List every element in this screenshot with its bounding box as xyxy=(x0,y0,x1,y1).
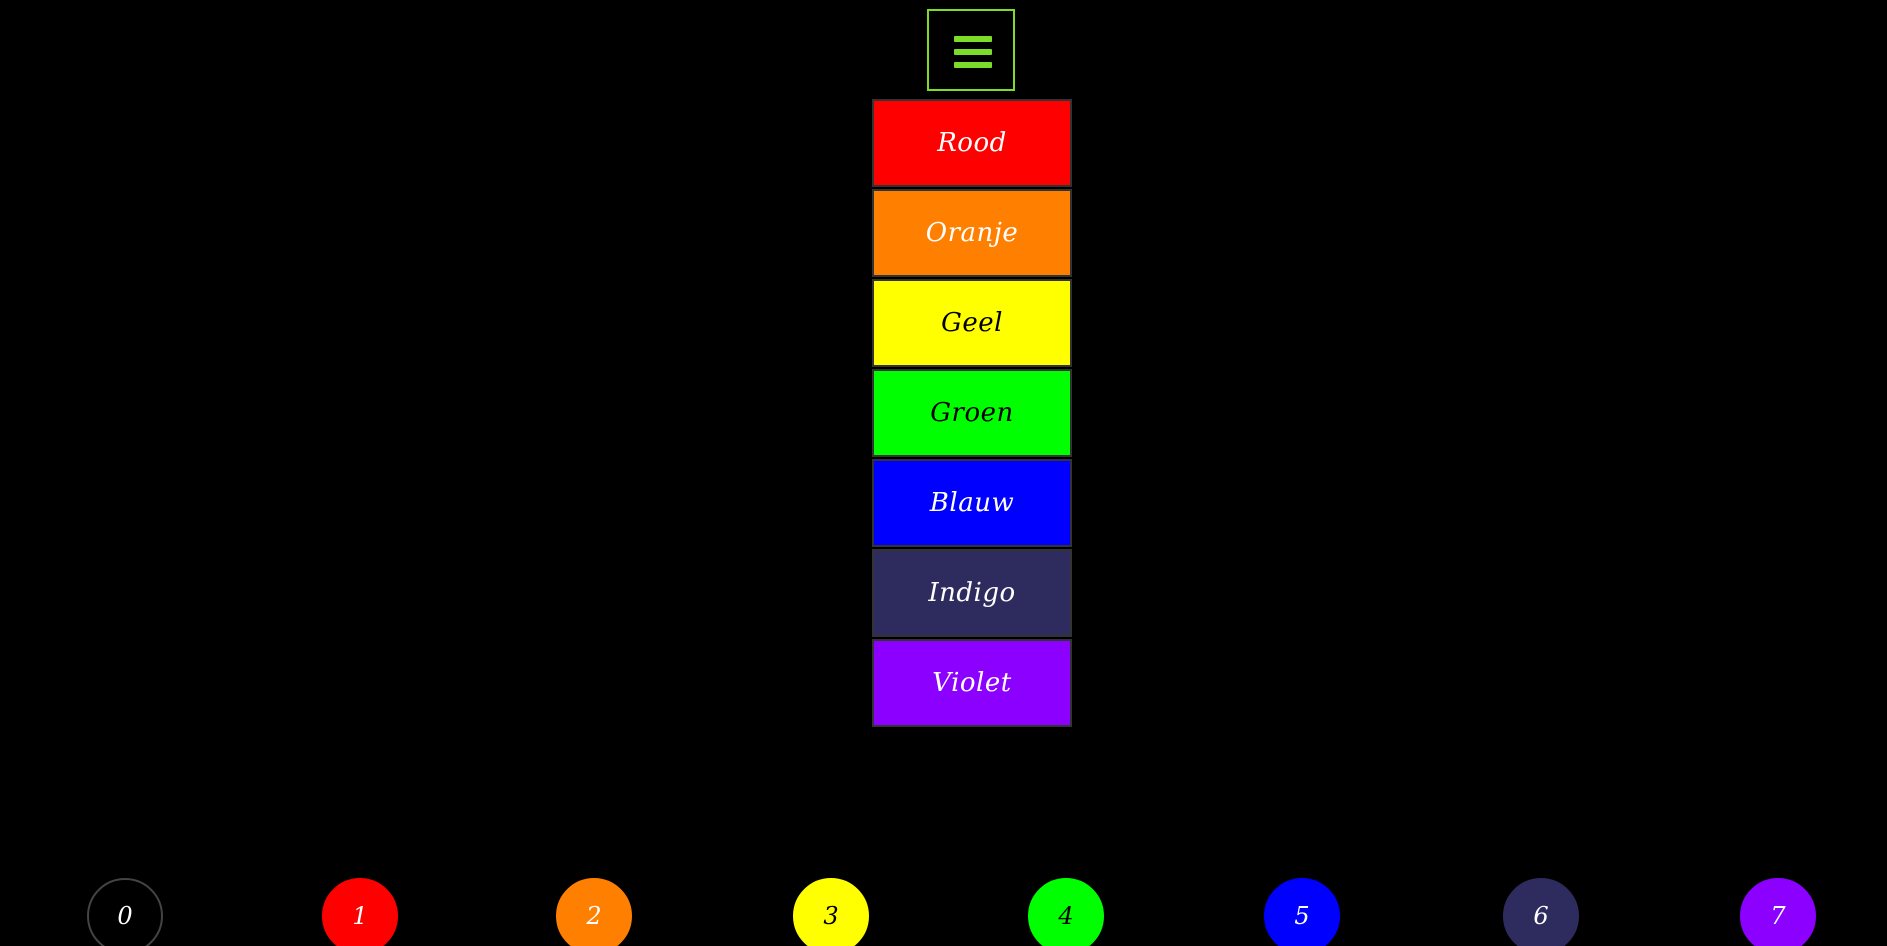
number-circle-label: 2 xyxy=(586,902,602,930)
page: Rood Oranje Geel Groen Blauw Indigo Viol… xyxy=(0,0,1887,946)
color-item-rood[interactable]: Rood xyxy=(872,99,1072,187)
color-item-label: Oranje xyxy=(925,218,1019,248)
number-circle-label: 6 xyxy=(1533,902,1549,930)
color-item-label: Groen xyxy=(930,398,1014,428)
number-circle-row: 0 1 2 3 4 5 6 7 xyxy=(0,878,1887,946)
color-list: Rood Oranje Geel Groen Blauw Indigo Viol… xyxy=(872,99,1072,729)
color-item-oranje[interactable]: Oranje xyxy=(872,189,1072,277)
number-circle-4[interactable]: 4 xyxy=(1028,878,1104,946)
color-item-groen[interactable]: Groen xyxy=(872,369,1072,457)
number-circle-0[interactable]: 0 xyxy=(87,878,163,946)
number-circle-label: 0 xyxy=(117,902,133,930)
number-circle-label: 4 xyxy=(1058,902,1074,930)
number-circle-2[interactable]: 2 xyxy=(556,878,632,946)
hamburger-menu-icon-bar xyxy=(954,49,992,55)
hamburger-menu-icon xyxy=(954,36,992,42)
number-circle-7[interactable]: 7 xyxy=(1740,878,1816,946)
number-circle-label: 5 xyxy=(1294,902,1310,930)
number-circle-label: 7 xyxy=(1770,902,1786,930)
color-item-label: Rood xyxy=(937,128,1007,158)
number-circle-1[interactable]: 1 xyxy=(322,878,398,946)
color-item-label: Geel xyxy=(941,308,1003,338)
color-item-indigo[interactable]: Indigo xyxy=(872,549,1072,637)
number-circle-6[interactable]: 6 xyxy=(1503,878,1579,946)
hamburger-menu-icon-bar xyxy=(954,62,992,68)
color-item-blauw[interactable]: Blauw xyxy=(872,459,1072,547)
number-circle-label: 3 xyxy=(823,902,839,930)
color-item-label: Blauw xyxy=(929,488,1015,518)
number-circle-label: 1 xyxy=(352,902,368,930)
hamburger-menu-button[interactable] xyxy=(927,9,1015,91)
number-circle-3[interactable]: 3 xyxy=(793,878,869,946)
color-item-label: Indigo xyxy=(928,578,1016,608)
color-item-geel[interactable]: Geel xyxy=(872,279,1072,367)
number-circle-5[interactable]: 5 xyxy=(1264,878,1340,946)
color-item-label: Violet xyxy=(932,668,1012,698)
color-item-violet[interactable]: Violet xyxy=(872,639,1072,727)
